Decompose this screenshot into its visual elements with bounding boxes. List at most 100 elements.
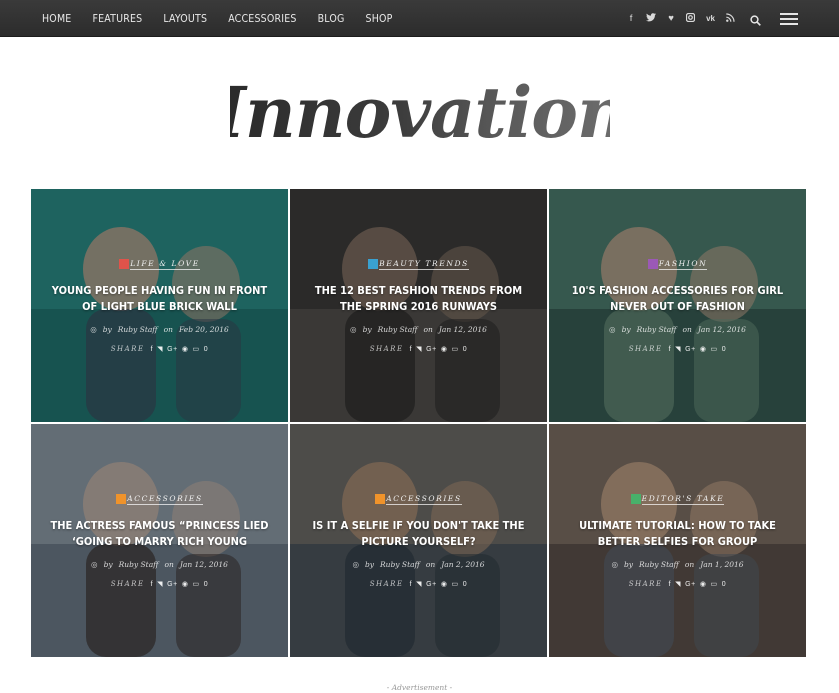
- post-title[interactable]: YOUNG PEOPLE HAVING FUN IN FRONT OF LIGH…: [47, 283, 272, 315]
- share-bar: SHARE f ◥ G+ ◉ ▭ 0: [290, 580, 547, 588]
- post-card[interactable]: LIFE & LOVE YOUNG PEOPLE HAVING FUN IN FR…: [31, 189, 288, 422]
- twitter-share-icon[interactable]: ◥: [675, 581, 681, 588]
- facebook-share-icon[interactable]: f: [410, 581, 413, 588]
- twitter-icon[interactable]: [646, 12, 657, 25]
- nav-item-layouts[interactable]: LAYOUTS: [163, 13, 207, 25]
- twitter-share-icon[interactable]: ◥: [675, 346, 681, 353]
- pinterest-share-icon[interactable]: ◉: [441, 581, 448, 588]
- facebook-share-icon[interactable]: f: [151, 346, 154, 353]
- google-plus-share-icon[interactable]: G+: [685, 346, 696, 353]
- share-label: SHARE: [369, 345, 404, 353]
- post-title[interactable]: THE ACTRESS FAMOUS “PRINCESS LIED ‘GOING…: [47, 518, 272, 550]
- nav-item-home[interactable]: HOME: [42, 13, 71, 25]
- post-author[interactable]: Ruby Staff: [637, 325, 677, 334]
- comment-count: 0: [721, 581, 727, 588]
- google-plus-share-icon[interactable]: G+: [426, 581, 437, 588]
- twitter-share-icon[interactable]: ◥: [416, 346, 422, 353]
- facebook-share-icon[interactable]: f: [410, 346, 413, 353]
- nav-item-shop[interactable]: SHOP: [366, 13, 393, 25]
- post-author[interactable]: Ruby Staff: [639, 560, 679, 569]
- share-bar: SHARE f ◥ G+ ◉ ▭ 0: [549, 345, 806, 353]
- post-meta: ◎ by Ruby Staff on Feb 20, 2016: [90, 325, 229, 334]
- social-links: f ♥ vk: [616, 0, 735, 37]
- twitter-share-icon[interactable]: ◥: [157, 581, 163, 588]
- facebook-share-icon[interactable]: f: [669, 581, 672, 588]
- post-title[interactable]: IS IT A SELFIE IF YOU DON'T TAKE THE PIC…: [306, 518, 531, 550]
- twitter-share-icon[interactable]: ◥: [157, 346, 163, 353]
- post-meta: ◎ by Ruby Staff on Jan 12, 2016: [609, 325, 746, 334]
- comment-icon[interactable]: ▭: [711, 346, 718, 353]
- pinterest-share-icon[interactable]: ◉: [182, 346, 189, 353]
- logo-text: Innovation: [230, 71, 610, 154]
- pinterest-share-icon[interactable]: ◉: [700, 346, 707, 353]
- facebook-share-icon[interactable]: f: [669, 346, 672, 353]
- nav-item-features[interactable]: FEATURES: [92, 13, 142, 25]
- post-author[interactable]: Ruby Staff: [378, 325, 418, 334]
- post-card[interactable]: ACCESSORIES IS IT A SELFIE IF YOU DON'T T…: [290, 424, 547, 657]
- advertisement-label: - Advertisement -: [386, 683, 453, 692]
- menu-toggle-icon[interactable]: [780, 13, 798, 25]
- instagram-icon[interactable]: [685, 12, 696, 25]
- post-category[interactable]: EDITOR'S TAKE: [630, 494, 725, 505]
- post-author[interactable]: Ruby Staff: [118, 325, 158, 334]
- heart-icon[interactable]: ♥: [667, 13, 675, 24]
- post-date: Jan 12, 2016: [697, 325, 746, 334]
- post-category[interactable]: BEAUTY TRENDS: [368, 259, 469, 270]
- comment-icon[interactable]: ▭: [193, 581, 200, 588]
- facebook-icon[interactable]: f: [627, 13, 635, 24]
- facebook-share-icon[interactable]: f: [151, 581, 154, 588]
- twitter-share-icon[interactable]: ◥: [416, 581, 422, 588]
- post-card[interactable]: FASHION 10'S FASHION ACCESSORIES FOR GIRL…: [549, 189, 806, 422]
- post-date: Feb 20, 2016: [178, 325, 229, 334]
- author-icon: ◎: [350, 325, 357, 334]
- post-card[interactable]: ACCESSORIES THE ACTRESS FAMOUS “PRINCESS …: [31, 424, 288, 657]
- nav-item-blog[interactable]: BLOG: [318, 13, 345, 25]
- share-label: SHARE: [110, 580, 145, 588]
- nav-item-accessories[interactable]: ACCESSORIES: [228, 13, 296, 25]
- comment-count: 0: [462, 581, 468, 588]
- google-plus-share-icon[interactable]: G+: [426, 346, 437, 353]
- share-bar: SHARE f ◥ G+ ◉ ▭ 0: [31, 580, 288, 588]
- search-icon[interactable]: [750, 13, 761, 26]
- site-logo[interactable]: Innovation: [211, 55, 628, 155]
- comment-icon[interactable]: ▭: [452, 581, 459, 588]
- comment-icon[interactable]: ▭: [193, 346, 200, 353]
- post-meta: ◎ by Ruby Staff on Jan 12, 2016: [91, 560, 228, 569]
- main-menu: HOME FEATURES LAYOUTS ACCESSORIES BLOG S…: [42, 0, 414, 37]
- rss-icon[interactable]: [726, 12, 735, 25]
- vk-icon[interactable]: vk: [706, 14, 715, 23]
- post-date: Jan 12, 2016: [179, 560, 228, 569]
- share-bar: SHARE f ◥ G+ ◉ ▭ 0: [290, 345, 547, 353]
- comment-count: 0: [721, 346, 727, 353]
- google-plus-share-icon[interactable]: G+: [167, 346, 178, 353]
- pinterest-share-icon[interactable]: ◉: [182, 581, 189, 588]
- share-bar: SHARE f ◥ G+ ◉ ▭ 0: [549, 580, 806, 588]
- post-category[interactable]: ACCESSORIES: [375, 494, 462, 505]
- author-icon: ◎: [611, 560, 618, 569]
- top-navigation-bar: HOME FEATURES LAYOUTS ACCESSORIES BLOG S…: [0, 0, 839, 37]
- post-title[interactable]: THE 12 BEST FASHION TRENDS FROM THE SPRI…: [306, 283, 531, 315]
- post-author[interactable]: Ruby Staff: [380, 560, 420, 569]
- featured-posts-grid: LIFE & LOVE YOUNG PEOPLE HAVING FUN IN FR…: [31, 189, 807, 657]
- share-bar: SHARE f ◥ G+ ◉ ▭ 0: [31, 345, 288, 353]
- share-label: SHARE: [110, 345, 145, 353]
- post-author[interactable]: Ruby Staff: [119, 560, 159, 569]
- google-plus-share-icon[interactable]: G+: [685, 581, 696, 588]
- post-category[interactable]: LIFE & LOVE: [119, 259, 200, 270]
- comment-count: 0: [203, 346, 209, 353]
- post-category[interactable]: ACCESSORIES: [116, 494, 203, 505]
- post-meta: ◎ by Ruby Staff on Jan 1, 2016: [611, 560, 744, 569]
- author-icon: ◎: [90, 325, 97, 334]
- post-meta: ◎ by Ruby Staff on Jan 2, 2016: [352, 560, 485, 569]
- post-title[interactable]: 10'S FASHION ACCESSORIES FOR GIRL NEVER …: [565, 283, 790, 315]
- comment-icon[interactable]: ▭: [711, 581, 718, 588]
- author-icon: ◎: [609, 325, 616, 334]
- pinterest-share-icon[interactable]: ◉: [700, 581, 707, 588]
- post-card[interactable]: EDITOR'S TAKE ULTIMATE TUTORIAL: HOW TO T…: [549, 424, 806, 657]
- comment-icon[interactable]: ▭: [452, 346, 459, 353]
- post-title[interactable]: ULTIMATE TUTORIAL: HOW TO TAKE BETTER SE…: [565, 518, 790, 550]
- pinterest-share-icon[interactable]: ◉: [441, 346, 448, 353]
- post-card[interactable]: BEAUTY TRENDS THE 12 BEST FASHION TRENDS …: [290, 189, 547, 422]
- google-plus-share-icon[interactable]: G+: [167, 581, 178, 588]
- post-category[interactable]: FASHION: [647, 259, 708, 270]
